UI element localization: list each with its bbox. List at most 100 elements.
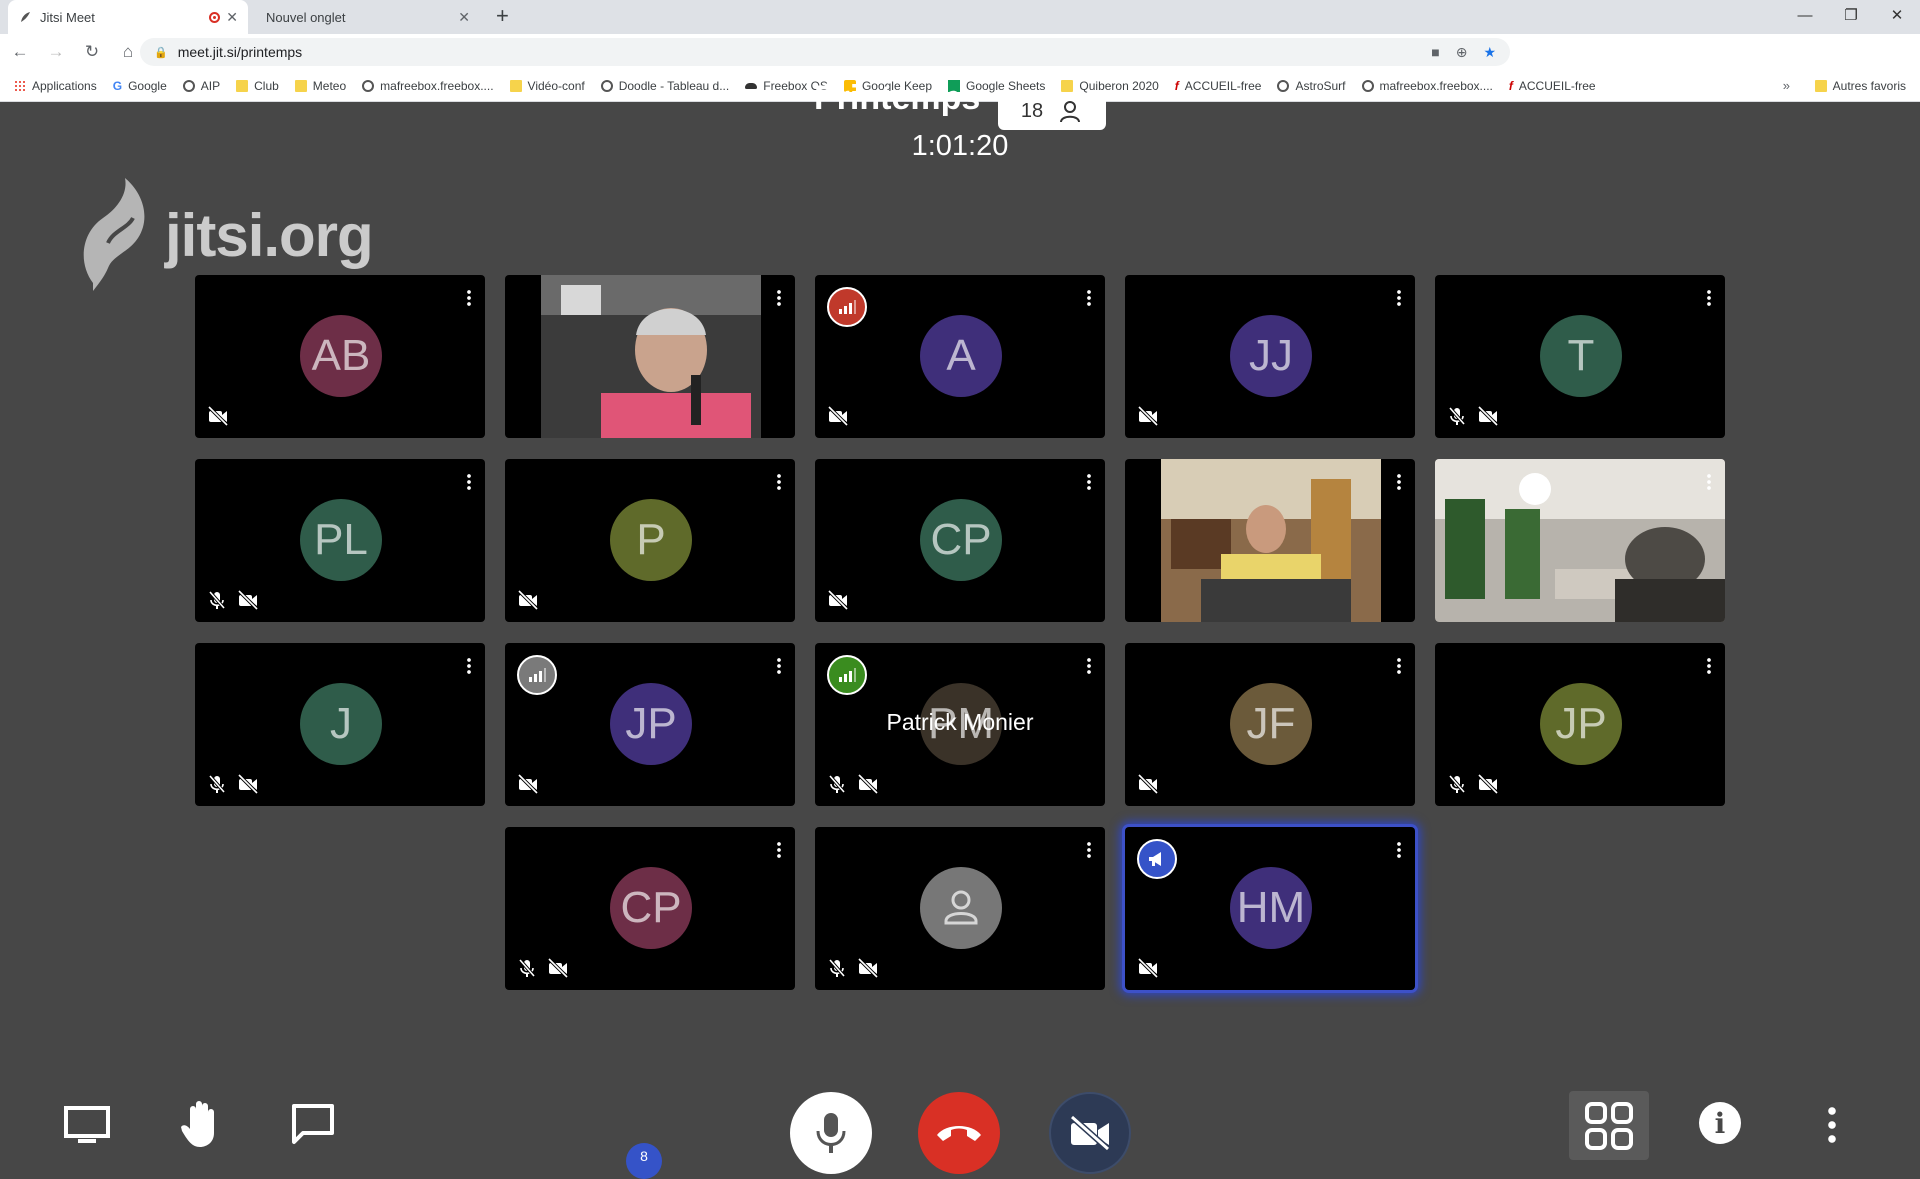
participant-tile[interactable]: JP — [505, 643, 795, 806]
bookmark-item[interactable]: AIP — [182, 79, 220, 93]
raise-hand-button[interactable] — [176, 1099, 226, 1149]
tile-menu-icon[interactable] — [1397, 841, 1401, 859]
bookmark-item[interactable]: mafreebox.freebox.... — [1361, 79, 1493, 93]
bookmark-item[interactable]: mafreebox.freebox.... — [362, 79, 494, 93]
globe-icon — [182, 79, 195, 92]
share-screen-button[interactable] — [62, 1105, 112, 1145]
bookmark-item[interactable]: G Google — [113, 79, 167, 93]
tile-menu-icon[interactable] — [1087, 841, 1091, 859]
tile-menu-icon[interactable] — [777, 473, 781, 491]
participant-tile[interactable]: P — [505, 459, 795, 622]
bookmark-item[interactable]: Quiberon 2020 — [1061, 79, 1159, 93]
info-button[interactable]: i — [1699, 1102, 1741, 1144]
bookmark-label: ACCUEIL-free — [1518, 78, 1596, 93]
tile-menu-icon[interactable] — [1707, 289, 1711, 307]
participant-tile[interactable] — [505, 275, 795, 438]
chat-unread-badge: 8 — [626, 1143, 662, 1179]
camera-button[interactable] — [1049, 1092, 1131, 1174]
participant-tile[interactable]: JF — [1125, 643, 1415, 806]
bookmark-item[interactable]: Vidéo-conf — [509, 78, 585, 93]
tile-menu-icon[interactable] — [1397, 657, 1401, 675]
jitsi-logo-text: jitsi.org — [165, 201, 374, 269]
tile-menu-icon[interactable] — [1087, 289, 1091, 307]
participant-tile[interactable]: CP — [815, 459, 1105, 622]
tile-menu-icon[interactable] — [777, 841, 781, 859]
connection-red-indicator[interactable] — [827, 287, 867, 327]
bookmark-item[interactable]: Applications — [14, 79, 97, 93]
forward-button[interactable]: → — [40, 42, 72, 62]
bookmark-item[interactable]: Doodle - Tableau d... — [600, 79, 729, 93]
mask-icon — [745, 82, 758, 89]
bookmark-label: Vidéo-conf — [527, 78, 585, 93]
close-tab-icon[interactable]: ✕ — [458, 9, 470, 26]
tile-menu-icon[interactable] — [1087, 657, 1091, 675]
participant-tile[interactable]: JP — [1435, 643, 1725, 806]
restore-button[interactable]: ❐ — [1828, 0, 1874, 34]
camera-off-icon — [207, 406, 229, 426]
tile-menu-icon[interactable] — [1397, 473, 1401, 491]
other-bookmarks[interactable]: Autres favoris — [1814, 79, 1906, 93]
participant-tile[interactable] — [1125, 459, 1415, 622]
participant-tile[interactable]: AB — [195, 275, 485, 438]
bookmark-item[interactable]: f ACCUEIL-free — [1509, 79, 1596, 93]
camera-icon[interactable]: ■ — [1431, 44, 1439, 61]
tile-menu-icon[interactable] — [777, 289, 781, 307]
folder-icon — [1814, 79, 1827, 92]
raise-hand-icon — [181, 1101, 214, 1147]
participant-count[interactable]: 18 — [998, 93, 1106, 130]
bookmark-item[interactable]: Meteo — [294, 79, 346, 93]
zoom-icon[interactable]: ⊕ — [1456, 44, 1468, 61]
bookmark-star-icon[interactable]: ★ — [1483, 44, 1496, 61]
connection-bars-icon — [839, 668, 856, 682]
participant-tile[interactable]: PL — [195, 459, 485, 622]
tile-menu-icon[interactable] — [777, 657, 781, 675]
tile-status-icons — [827, 774, 879, 794]
microphone-button[interactable] — [790, 1092, 872, 1174]
participant-tile[interactable]: JJ — [1125, 275, 1415, 438]
avatar: JP — [610, 683, 692, 765]
tile-menu-icon[interactable] — [467, 289, 471, 307]
tile-status-icons — [517, 774, 539, 794]
dominant-speaker-indicator[interactable] — [1137, 839, 1177, 879]
more-options-button[interactable] — [1822, 1101, 1842, 1147]
bookmark-item[interactable]: f ACCUEIL-free — [1175, 79, 1262, 93]
close-window-button[interactable]: ✕ — [1874, 0, 1920, 34]
camera-off-icon — [1477, 774, 1499, 794]
avatar: T — [1540, 315, 1622, 397]
tile-menu-icon[interactable] — [1707, 657, 1711, 675]
tab-jitsi-meet[interactable]: Jitsi Meet ✕ — [8, 0, 248, 34]
reload-button[interactable]: ↻ — [76, 42, 108, 62]
participant-tile[interactable]: PM Patrick Monier — [815, 643, 1105, 806]
participant-tile[interactable]: HM — [1125, 827, 1415, 990]
tile-status-icons — [827, 958, 879, 978]
tile-status-icons — [1447, 774, 1499, 794]
new-tab-button[interactable]: + — [496, 4, 509, 28]
mic-muted-icon — [828, 958, 846, 978]
connection-green-indicator[interactable] — [827, 655, 867, 695]
tile-menu-icon[interactable] — [467, 657, 471, 675]
chat-button[interactable]: 8 — [288, 1101, 662, 1179]
camera-off-icon — [1137, 774, 1159, 794]
tile-menu-icon[interactable] — [467, 473, 471, 491]
tab-new-tab[interactable]: Nouvel onglet ✕ — [248, 0, 480, 34]
participant-tile[interactable] — [1435, 459, 1725, 622]
address-bar[interactable]: 🔒 meet.jit.si/printemps ■ ⊕ ★ — [140, 38, 1510, 66]
connection-grey-indicator[interactable] — [517, 655, 557, 695]
hangup-button[interactable] — [918, 1092, 1000, 1174]
tile-menu-icon[interactable] — [1707, 473, 1711, 491]
bookmark-item[interactable]: Club — [236, 79, 279, 93]
bookmark-item[interactable]: AstroSurf — [1277, 78, 1346, 93]
participant-tile[interactable]: CP — [505, 827, 795, 990]
more-bookmarks-button[interactable]: » — [1783, 78, 1790, 93]
minimize-button[interactable]: — — [1782, 0, 1828, 34]
tile-menu-icon[interactable] — [1397, 289, 1401, 307]
tile-view-button[interactable] — [1569, 1091, 1649, 1160]
close-tab-icon[interactable]: ✕ — [226, 9, 238, 26]
tile-menu-icon[interactable] — [1087, 473, 1091, 491]
bookmark-label: AstroSurf — [1295, 78, 1346, 93]
participant-tile[interactable]: J — [195, 643, 485, 806]
participant-tile[interactable]: T — [1435, 275, 1725, 438]
back-button[interactable]: ← — [4, 42, 36, 62]
participant-tile[interactable] — [815, 827, 1105, 990]
participant-tile[interactable]: A — [815, 275, 1105, 438]
